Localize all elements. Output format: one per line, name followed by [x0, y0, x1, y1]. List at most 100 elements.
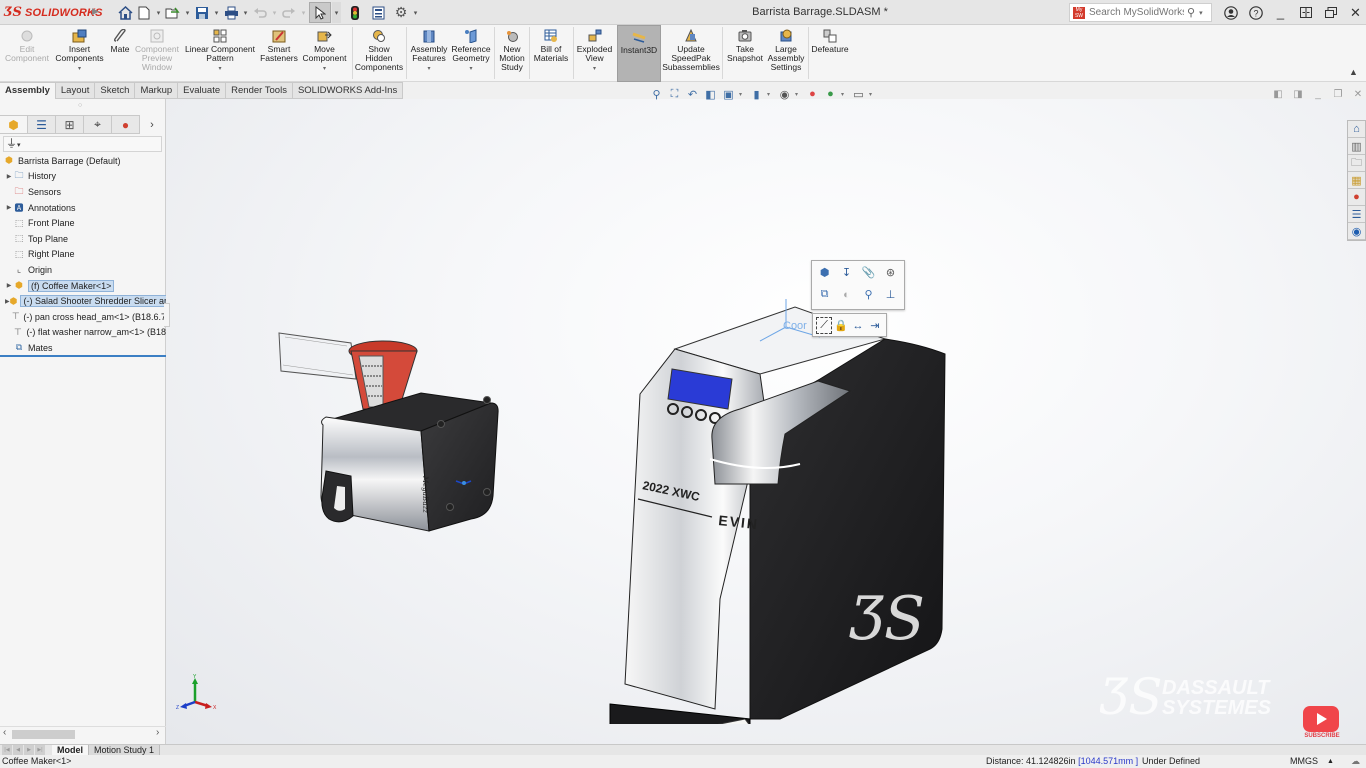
search-mysolidworks[interactable]: My SW ⚲ ▾: [1069, 3, 1212, 22]
tree-filter[interactable]: ⏚▾: [3, 136, 162, 152]
search-dropdown-arrow[interactable]: ▾: [1199, 9, 1203, 17]
solidworks-logo[interactable]: ƷS SOLIDWORKS: [4, 4, 103, 21]
select-dropdown-arrow[interactable]: ▾: [332, 2, 341, 23]
zoom-to-fit-button[interactable]: ⚲: [649, 87, 664, 101]
tree-node-sensors[interactable]: 🗀 Sensors: [0, 184, 166, 200]
reference-geometry-button[interactable]: Reference Geometry ▾: [450, 25, 492, 82]
displaymanager-tab[interactable]: ●: [112, 115, 140, 134]
tab-solidworks-add-ins[interactable]: SOLIDWORKS Add-Ins: [292, 82, 404, 99]
zoom-to-area-button[interactable]: ⛶: [667, 87, 682, 101]
unit-system-dropdown-icon[interactable]: ▲: [1327, 755, 1334, 768]
dropdown-arrow-icon[interactable]: ▾: [78, 65, 81, 74]
large-assembly-settings-button[interactable]: Large Assembly Settings: [766, 25, 806, 82]
new-dropdown-arrow[interactable]: ▾: [154, 9, 163, 17]
tile-button[interactable]: [1293, 3, 1318, 22]
tab-render-tools[interactable]: Render Tools: [226, 82, 293, 99]
prev-tab-button[interactable]: ◀: [13, 745, 23, 755]
dropdown-arrow-icon[interactable]: ▾: [593, 65, 596, 74]
featuremanager-tab[interactable]: ⬢: [0, 115, 28, 134]
previous-view-button[interactable]: ↶: [685, 87, 700, 101]
graphics-area[interactable]: MegaBuzz Coor 2022 XWC EVIN ƷS ⬢ ↧ 📎 ⊛ ⧉…: [166, 99, 1366, 744]
tab-sketch[interactable]: Sketch: [95, 82, 136, 99]
take-snapshot-button[interactable]: Take Snapshot: [726, 25, 764, 82]
tree-rollback-bar[interactable]: [0, 355, 166, 357]
unit-system-button[interactable]: MMGS: [1290, 755, 1318, 768]
3dexperience-tab[interactable]: ◉: [1348, 223, 1365, 240]
hide-button[interactable]: ◐: [838, 286, 855, 303]
insert-mate-button[interactable]: ↧: [838, 264, 855, 281]
select-button[interactable]: [309, 2, 331, 23]
assembly-features-button[interactable]: Assembly Features ▾: [409, 25, 449, 82]
instant3d-button[interactable]: Instant3D: [617, 25, 661, 82]
apply-scene-button[interactable]: ●: [823, 87, 838, 101]
rebuild-button[interactable]: [346, 2, 364, 23]
save-button[interactable]: [193, 2, 211, 23]
dropdown-arrow-icon[interactable]: ▾: [218, 65, 221, 74]
tree-node-annotations[interactable]: ▶ 🅰 Annotations: [0, 200, 166, 216]
horizontal-scrollbar[interactable]: ‹ ›: [0, 726, 166, 740]
mate-button-ctx[interactable]: 📎: [860, 264, 877, 281]
scroll-left-icon[interactable]: ‹: [3, 727, 6, 738]
dropdown-arrow-icon[interactable]: ▾: [323, 65, 326, 74]
file-properties-button[interactable]: [369, 2, 387, 23]
options-button[interactable]: ⚙: [392, 2, 410, 23]
menu-expand-arrow-icon[interactable]: ▶: [92, 6, 99, 17]
salad-shooter-model[interactable]: MegaBuzz: [271, 321, 511, 536]
undo-dropdown-arrow[interactable]: ▾: [270, 9, 279, 17]
solidworks-resources-tab[interactable]: ⌂: [1348, 121, 1365, 138]
viewport-minimize-button[interactable]: _: [1311, 88, 1325, 100]
vertical-dimension-button[interactable]: ⇥: [867, 317, 883, 334]
coffee-maker-model[interactable]: Coor 2022 XWC EVIN ƷS: [600, 299, 960, 724]
tree-node-origin[interactable]: ⌞ Origin: [0, 262, 166, 278]
move-component-button[interactable]: Move Component ▾: [301, 25, 348, 82]
tab-layout[interactable]: Layout: [55, 82, 96, 99]
file-explorer-tab[interactable]: 🗀: [1348, 155, 1365, 172]
tree-node-right-plane[interactable]: ⬚ Right Plane: [0, 247, 166, 263]
smart-dimension-button[interactable]: ⟋: [816, 317, 833, 334]
quick-tips-icon[interactable]: ☁: [1351, 755, 1360, 768]
open-dropdown-arrow[interactable]: ▾: [183, 9, 192, 17]
configurationmanager-tab[interactable]: ⊞: [56, 115, 84, 134]
collapse-ribbon-icon[interactable]: ▲: [1349, 67, 1361, 79]
view-settings-button[interactable]: ▭: [851, 87, 866, 101]
tab-evaluate[interactable]: Evaluate: [178, 82, 227, 99]
viewport-close-button[interactable]: ✕: [1351, 88, 1365, 100]
more-tabs-button[interactable]: ›: [140, 115, 164, 134]
last-tab-button[interactable]: ▶|: [35, 745, 45, 755]
new-document-button[interactable]: [135, 2, 153, 23]
tree-node-top-plane[interactable]: ⬚ Top Plane: [0, 231, 166, 247]
edit-appearance-button[interactable]: ●: [805, 87, 820, 101]
tree-node-pan-cross-head[interactable]: ⊤ (-) pan cross head_am<1> (B18.6.7: [0, 309, 166, 325]
viewport-restore-button[interactable]: ❐: [1331, 88, 1345, 100]
display-style-button[interactable]: ▮: [749, 87, 764, 101]
fix-button[interactable]: 🔒: [833, 317, 849, 334]
apply-scene-dropdown[interactable]: ▾: [841, 91, 848, 98]
update-speedpak-button[interactable]: Update SpeedPak Subassemblies: [662, 25, 720, 82]
display-style-dropdown[interactable]: ▾: [767, 91, 774, 98]
search-input[interactable]: [1089, 7, 1184, 18]
edit-component-button[interactable]: Edit Component: [3, 25, 51, 82]
scroll-right-icon[interactable]: ›: [156, 727, 159, 738]
panel-grip-icon[interactable]: ○: [78, 102, 84, 109]
next-document-button[interactable]: ◨: [1291, 88, 1305, 100]
open-button[interactable]: [164, 2, 182, 23]
mate-button[interactable]: Mate: [108, 25, 132, 82]
defeature-button[interactable]: Defeature: [810, 25, 850, 82]
tree-node-salad-shooter[interactable]: ▶ ⬢ (-) Salad Shooter Shredder Slicer ar: [0, 293, 166, 309]
save-dropdown-arrow[interactable]: ▾: [212, 9, 221, 17]
close-button[interactable]: ✕: [1343, 3, 1366, 22]
redo-button[interactable]: [280, 2, 298, 23]
linear-component-pattern-button[interactable]: Linear Component Pattern ▾: [185, 25, 255, 82]
hide-show-items-button[interactable]: ◉: [777, 87, 792, 101]
hide-show-items-dropdown[interactable]: ▾: [795, 91, 802, 98]
section-view-button[interactable]: ◧: [703, 87, 718, 101]
search-icon[interactable]: ⚲: [1187, 6, 1195, 19]
smart-fasteners-button[interactable]: Smart Fasteners: [259, 25, 299, 82]
custom-properties-tab[interactable]: ☰: [1348, 206, 1365, 223]
zoom-to-selection-button[interactable]: ⚲: [860, 286, 877, 303]
restore-button[interactable]: [1318, 3, 1343, 22]
expand-arrow-icon[interactable]: ▶: [5, 282, 13, 289]
expand-arrow-icon[interactable]: ▶: [5, 204, 13, 211]
hide-show-button[interactable]: ⊛: [882, 264, 899, 281]
panel-splitter-handle[interactable]: [164, 303, 170, 327]
